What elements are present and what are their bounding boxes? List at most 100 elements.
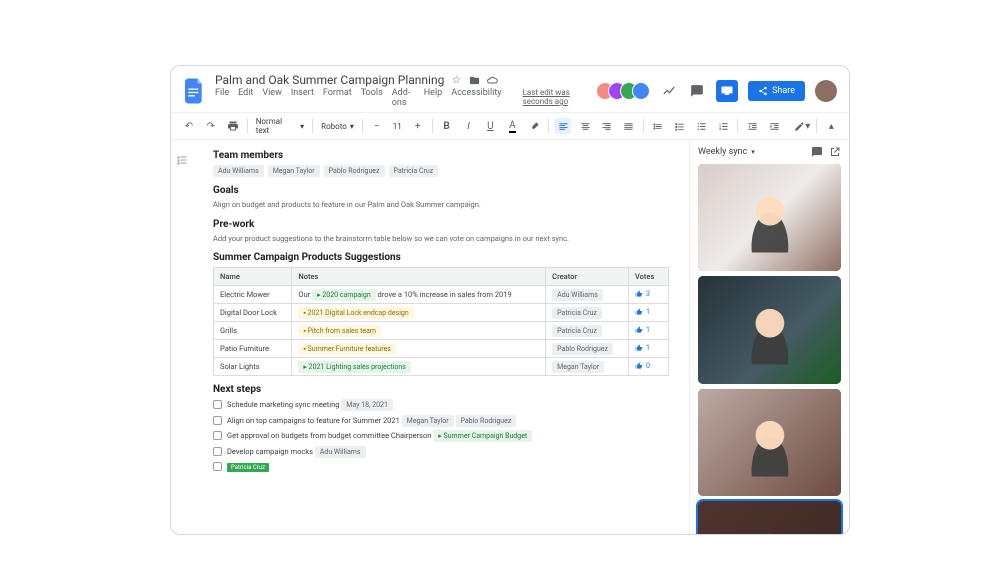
cell-notes: ▸ 2021 Lighting sales projections [292, 358, 546, 376]
align-center-icon[interactable] [577, 118, 593, 134]
task-text: Get approval on budgets from budget comm… [227, 430, 532, 442]
bulleted-list-icon[interactable] [694, 118, 710, 134]
line-spacing-icon[interactable] [650, 118, 666, 134]
share-button[interactable]: Share [748, 81, 805, 101]
menu-edit[interactable]: Edit [238, 88, 253, 108]
doc-chip[interactable]: ▸ 2020 campaign [312, 289, 376, 301]
font-select[interactable]: Roboto▾ [319, 122, 356, 131]
task-checkbox[interactable] [213, 416, 222, 425]
cell-notes: ▪ 2021 Digital Lock endcap design [292, 304, 546, 322]
person-chip[interactable]: Patricia Cruz [389, 165, 439, 177]
cloud-status-icon[interactable] [486, 74, 498, 86]
heading-table: Summer Campaign Products Suggestions [213, 252, 669, 263]
align-justify-icon[interactable] [621, 118, 637, 134]
person-chip[interactable]: Patricia Cruz [552, 325, 602, 337]
undo-icon[interactable]: ↶ [181, 118, 197, 134]
account-avatar[interactable] [815, 80, 837, 102]
task-item: Get approval on budgets from budget comm… [213, 430, 669, 442]
cell-notes: ▪ Pitch from sales team [292, 322, 546, 340]
mention-chip[interactable]: Megan Taylor [402, 415, 454, 427]
task-checkbox[interactable] [213, 431, 222, 440]
task-item: Patricia Cruz [213, 461, 669, 472]
font-increase-icon[interactable]: + [410, 118, 426, 134]
italic-icon[interactable]: I [461, 118, 477, 134]
meet-popout-icon[interactable] [829, 146, 841, 158]
align-right-icon[interactable] [599, 118, 615, 134]
menu-tools[interactable]: Tools [361, 88, 383, 108]
mention-chip[interactable]: Pablo Rodriguez [456, 415, 517, 427]
suggestions-table: Name Notes Creator Votes Electric MowerO… [213, 267, 669, 376]
indent-decrease-icon[interactable] [744, 118, 760, 134]
menu-accessibility[interactable]: Accessibility [451, 88, 501, 108]
person-chip[interactable]: Pablo Rodriguez [552, 343, 613, 355]
font-size[interactable]: 11 [391, 122, 404, 131]
menu-file[interactable]: File [215, 88, 229, 108]
align-left-icon[interactable] [555, 118, 571, 134]
outline-toggle-icon[interactable] [176, 154, 188, 166]
cell-creator: Adu Williams [546, 286, 629, 304]
meet-chat-icon[interactable] [811, 146, 823, 158]
meet-title[interactable]: Weekly sync▾ [698, 147, 755, 157]
doc-title[interactable]: Palm and Oak Summer Campaign Planning [215, 73, 444, 87]
mention-chip[interactable]: Adu Williams [315, 446, 366, 458]
present-button[interactable] [716, 80, 738, 102]
font-decrease-icon[interactable]: − [369, 118, 385, 134]
video-tile[interactable] [698, 164, 841, 271]
menu-format[interactable]: Format [323, 88, 352, 108]
cell-name: Solar Lights [214, 358, 292, 376]
hide-menus-icon[interactable]: ▴ [823, 118, 839, 134]
person-chip[interactable]: Megan Taylor [268, 165, 320, 177]
menu-addons[interactable]: Add-ons [392, 88, 415, 108]
date-chip[interactable]: May 18, 2021 [341, 399, 393, 411]
doc-chip[interactable]: ▸ 2021 Lighting sales projections [298, 361, 410, 373]
collaborator-avatars[interactable] [596, 82, 650, 100]
activity-icon[interactable] [660, 82, 678, 100]
task-checkbox[interactable] [213, 462, 222, 471]
move-icon[interactable] [468, 74, 480, 86]
task-checkbox[interactable] [213, 400, 222, 409]
task-item: Schedule marketing sync meeting May 18, … [213, 399, 669, 411]
cell-name: Electric Mower [214, 286, 292, 304]
menu-view[interactable]: View [262, 88, 281, 108]
cell-votes[interactable]: 1 [629, 340, 669, 358]
person-chip[interactable]: Pablo Rodriguez [324, 165, 385, 177]
video-tile[interactable] [698, 389, 841, 496]
person-chip[interactable]: Megan Taylor [552, 361, 604, 373]
highlight-icon[interactable] [526, 118, 542, 134]
cell-creator: Megan Taylor [546, 358, 629, 376]
cell-votes[interactable]: 1 [629, 304, 669, 322]
comment-history-icon[interactable] [688, 82, 706, 100]
last-edit-link[interactable]: Last edit was seconds ago [523, 88, 588, 108]
docgreen-chip[interactable]: ▸ Summer Campaign Budget [433, 430, 532, 442]
video-tile[interactable] [698, 501, 841, 535]
underline-icon[interactable]: U [482, 118, 498, 134]
bold-icon[interactable]: B [439, 118, 455, 134]
cell-name: Grills [214, 322, 292, 340]
meet-tiles [690, 164, 849, 535]
star-icon[interactable]: ☆ [450, 74, 462, 86]
numbered-list-icon[interactable] [716, 118, 732, 134]
cell-votes[interactable]: 3 [629, 286, 669, 304]
checklist-icon[interactable] [672, 118, 688, 134]
editing-mode-icon[interactable]: ▾ [794, 118, 810, 134]
doc-chip[interactable]: ▪ 2021 Digital Lock endcap design [298, 307, 413, 319]
print-icon[interactable] [225, 118, 241, 134]
menu-help[interactable]: Help [424, 88, 442, 108]
video-tile[interactable] [698, 276, 841, 383]
style-select[interactable]: Normal text▾ [254, 117, 306, 135]
redo-icon[interactable]: ↷ [203, 118, 219, 134]
doc-chip[interactable]: ▪ Summer Furniture features [298, 343, 395, 355]
menu-insert[interactable]: Insert [291, 88, 314, 108]
indent-increase-icon[interactable] [766, 118, 782, 134]
collaborator-avatar[interactable] [632, 82, 650, 100]
person-chip[interactable]: Adu Williams [552, 289, 603, 301]
person-chip[interactable]: Patricia Cruz [552, 307, 602, 319]
document-body[interactable]: Team members Adu WilliamsMegan TaylorPab… [193, 140, 689, 534]
text-color-icon[interactable]: A [504, 118, 520, 134]
person-chip[interactable]: Adu Williams [213, 165, 264, 177]
cell-votes[interactable]: 1 [629, 322, 669, 340]
cell-votes[interactable]: 0 [629, 358, 669, 376]
doc-chip[interactable]: ▪ Pitch from sales team [298, 325, 381, 337]
task-checkbox[interactable] [213, 447, 222, 456]
table-row: Solar Lights ▸ 2021 Lighting sales projec… [214, 358, 669, 376]
